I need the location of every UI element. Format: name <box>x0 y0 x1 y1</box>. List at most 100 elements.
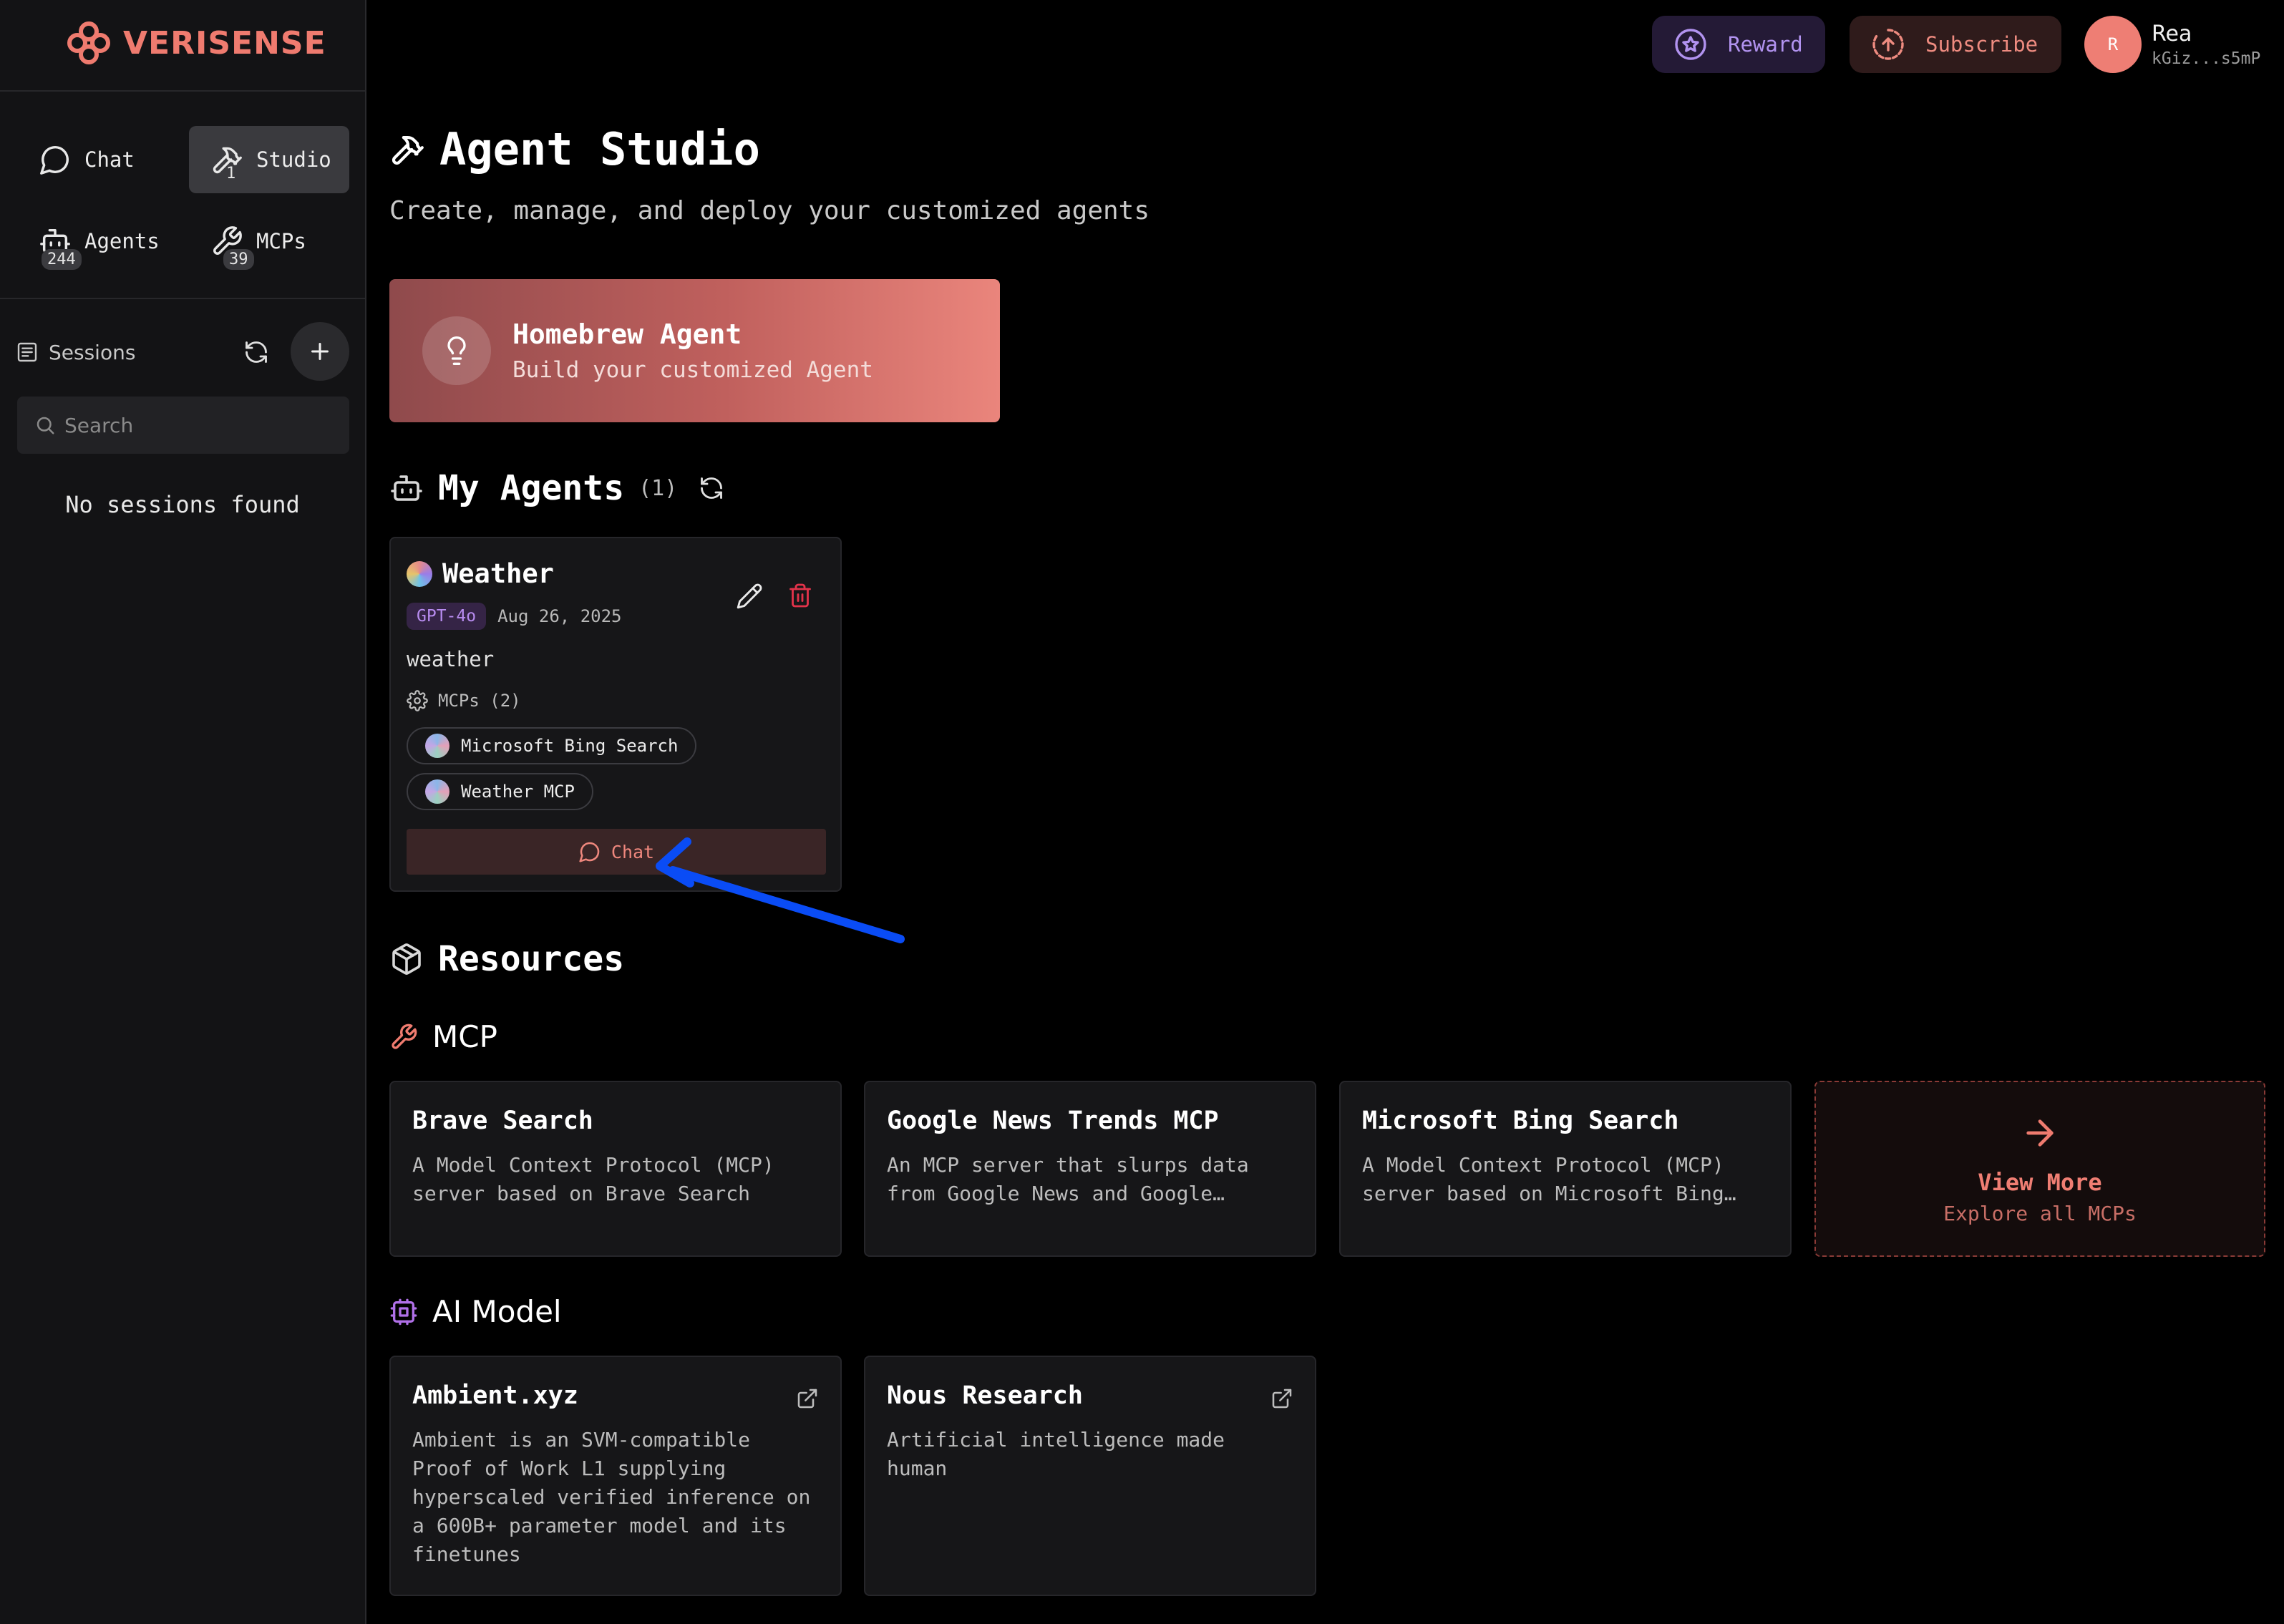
sessions-header: Sessions <box>16 322 349 381</box>
nav-label-studio: Studio <box>256 147 331 172</box>
reward-label: Reward <box>1728 32 1803 57</box>
page-title: Agent Studio <box>389 123 760 175</box>
agent-meta: GPT-4o Aug 26, 2025 <box>407 603 621 630</box>
sidebar: VERISENSE Chat 1 Studio 244 Agents 39 MC… <box>0 0 366 1624</box>
external-link-icon[interactable] <box>796 1387 819 1410</box>
mcp-card-title: Brave Search <box>412 1107 593 1135</box>
agent-name-text: Weather <box>442 558 554 589</box>
mcp-card-google-news[interactable]: Google News Trends MCP An MCP server tha… <box>864 1081 1316 1257</box>
session-search[interactable] <box>17 397 349 454</box>
nav-label-agents: Agents <box>84 229 160 253</box>
reward-button[interactable]: Reward <box>1652 16 1825 73</box>
search-input[interactable] <box>64 413 336 437</box>
brand-logo[interactable]: VERISENSE <box>64 19 326 67</box>
mcp-card-title: Google News Trends MCP <box>887 1107 1219 1135</box>
mcp-avatar-icon <box>425 734 449 758</box>
mcp-card-desc: An MCP server that slurps data from Goog… <box>887 1153 1249 1205</box>
homebrew-agent-card[interactable]: Homebrew Agent Build your customized Age… <box>389 279 1000 422</box>
view-more-mcps-card[interactable]: View More Explore all MCPs <box>1814 1081 2265 1257</box>
chat-bubble-icon <box>579 842 600 862</box>
hammer-icon: 1 <box>210 143 243 183</box>
sidebar-nav-chat[interactable]: Chat <box>17 126 175 193</box>
plus-icon <box>311 343 329 360</box>
avatar: R <box>2084 16 2142 73</box>
sidebar-divider <box>0 298 365 299</box>
wrench-icon <box>392 1023 417 1049</box>
agents-badge: 244 <box>42 249 82 270</box>
ai-model-card-desc: Ambient is an SVM-compatible Proof of Wo… <box>412 1428 811 1566</box>
mcp-section-title: MCP <box>432 1019 497 1054</box>
new-session-button[interactable] <box>291 322 349 381</box>
search-icon <box>37 417 54 434</box>
delete-trash-icon[interactable] <box>787 583 813 608</box>
nav-label-mcps: MCPs <box>256 229 306 253</box>
ai-model-section-title: AI Model <box>432 1294 562 1329</box>
mcp-section-header: MCP <box>389 1019 497 1054</box>
subscribe-button[interactable]: Subscribe <box>1850 16 2061 73</box>
wrench-icon: 39 <box>210 225 254 270</box>
ai-model-section-header: AI Model <box>389 1294 562 1329</box>
ai-model-card-nous-research[interactable]: Nous Research Artificial intelligence ma… <box>864 1356 1316 1596</box>
edit-pencil-icon[interactable] <box>736 583 763 610</box>
ai-model-card-title: Ambient.xyz <box>412 1381 578 1410</box>
cpu-chip-icon <box>390 1298 417 1325</box>
page-title-text: Agent Studio <box>439 123 760 175</box>
my-agents-title: My Agents <box>438 468 625 508</box>
chat-bubble-icon <box>39 143 72 176</box>
sessions-label: Sessions <box>49 340 136 364</box>
user-name: Rea <box>2152 21 2192 47</box>
ai-model-card-desc: Artificial intelligence made human <box>887 1428 1225 1480</box>
package-box-icon <box>392 943 421 975</box>
refresh-agents-icon[interactable] <box>699 475 724 501</box>
robot-icon: 244 <box>39 225 82 270</box>
verisense-logo-icon <box>67 21 110 64</box>
agent-date: Aug 26, 2025 <box>497 606 622 626</box>
brand-name: VERISENSE <box>123 24 326 62</box>
no-sessions-text: No sessions found <box>65 491 300 518</box>
mcp-card-brave-search[interactable]: Brave Search A Model Context Protocol (M… <box>389 1081 842 1257</box>
mcp-chip-label: Weather MCP <box>461 782 575 802</box>
lightbulb-icon <box>422 316 491 385</box>
homebrew-title: Homebrew Agent <box>512 319 742 350</box>
mcp-chip[interactable]: Weather MCP <box>407 773 593 810</box>
mcp-card-bing-search[interactable]: Microsoft Bing Search A Model Context Pr… <box>1339 1081 1792 1257</box>
sessions-list-icon <box>16 341 39 364</box>
sidebar-nav-agents[interactable]: 244 Agents <box>17 208 175 275</box>
mcp-card-desc: A Model Context Protocol (MCP) server ba… <box>1362 1153 1736 1205</box>
mcp-chip-label: Microsoft Bing Search <box>461 736 679 756</box>
ai-model-card-ambient[interactable]: Ambient.xyz Ambient is an SVM-compatible… <box>389 1356 842 1596</box>
resources-header: Resources <box>389 939 624 979</box>
upload-circle-icon <box>1872 29 1904 60</box>
ai-model-card-title: Nous Research <box>887 1381 1083 1410</box>
arrow-right-icon <box>2026 1119 2054 1147</box>
nav-label-chat: Chat <box>84 147 135 172</box>
sidebar-nav-mcps[interactable]: 39 MCPs <box>189 208 349 275</box>
agent-card[interactable]: Weather GPT-4o Aug 26, 2025 weather MCPs… <box>389 537 842 892</box>
sidebar-divider <box>0 90 365 92</box>
my-agents-header: My Agents (1) <box>389 468 724 508</box>
mcp-card-desc: A Model Context Protocol (MCP) server ba… <box>412 1153 774 1205</box>
model-tag: GPT-4o <box>407 603 487 630</box>
external-link-icon[interactable] <box>1270 1387 1293 1410</box>
refresh-sessions-icon[interactable] <box>243 339 269 365</box>
resources-title: Resources <box>438 939 625 979</box>
hammer-icon <box>392 135 424 165</box>
user-menu[interactable]: R Rea kGiz...s5mP <box>2084 16 2260 73</box>
mcps-badge: 39 <box>223 249 254 270</box>
mcp-avatar-icon <box>425 779 449 804</box>
agent-description: weather <box>407 647 495 671</box>
my-agents-count: (1) <box>638 475 678 501</box>
page-subtitle: Create, manage, and deploy your customiz… <box>389 196 1150 225</box>
gear-icon <box>407 690 428 711</box>
mcp-chip[interactable]: Microsoft Bing Search <box>407 727 697 764</box>
agent-name: Weather <box>407 558 554 589</box>
sidebar-nav-studio[interactable]: 1 Studio <box>189 126 349 193</box>
subscribe-label: Subscribe <box>1925 32 2038 57</box>
studio-badge: 1 <box>226 165 236 183</box>
user-address: kGiz...s5mP <box>2152 49 2261 68</box>
star-badge-icon <box>1675 29 1706 60</box>
agent-avatar-icon <box>407 560 432 587</box>
homebrew-subtitle: Build your customized Agent <box>512 357 873 383</box>
robot-icon <box>391 475 422 501</box>
agent-chat-button[interactable]: Chat <box>407 829 826 875</box>
